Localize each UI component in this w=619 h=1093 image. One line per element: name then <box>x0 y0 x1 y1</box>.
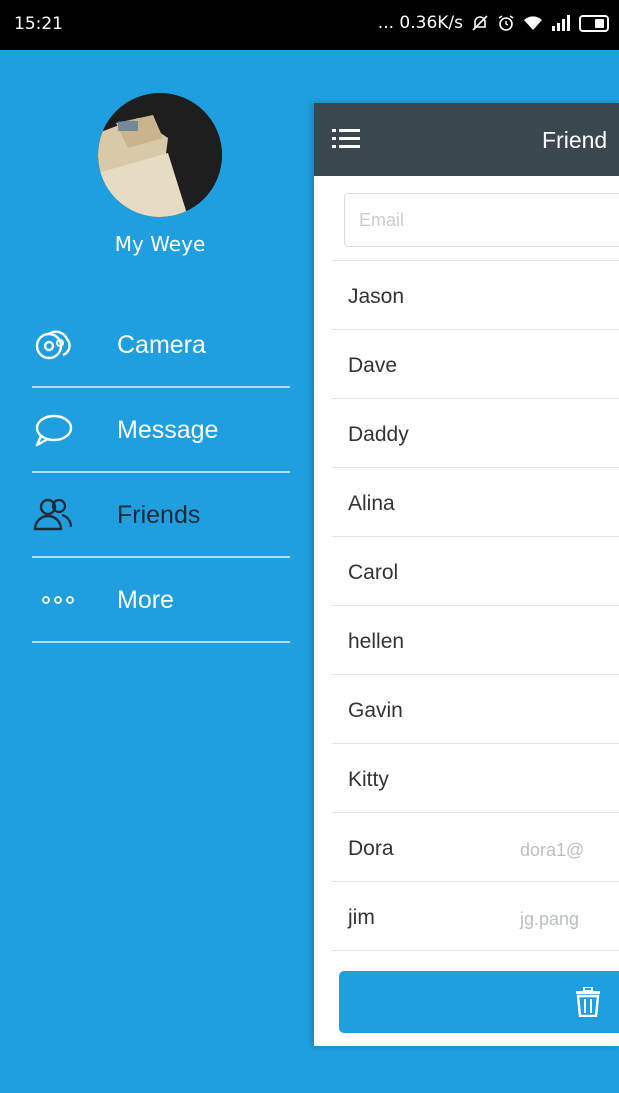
list-item[interactable]: Dora dora1@ <box>332 813 619 882</box>
menu-item-friends[interactable]: Friends <box>0 473 290 558</box>
menu-item-camera[interactable]: Camera <box>0 303 290 388</box>
list-item[interactable]: Carol <box>332 537 619 606</box>
avatar-image <box>98 93 222 217</box>
status-bar: 15:21 ... 0.36K/s <box>0 0 619 50</box>
app-bar: Friend <box>314 103 619 176</box>
status-time: 15:21 <box>14 14 63 34</box>
status-icons: ... 0.36K/s <box>378 13 609 33</box>
list-item[interactable]: Dave <box>332 330 619 399</box>
friend-name: Daddy <box>348 423 409 446</box>
battery-icon <box>579 14 609 32</box>
signal-icon <box>552 15 570 31</box>
more-icon <box>42 596 74 604</box>
friends-panel: Friend Jason Dave Daddy Alina Carol hell… <box>314 103 619 1046</box>
menu-item-more[interactable]: More <box>0 558 290 643</box>
friends-icon <box>33 498 73 531</box>
list-item[interactable]: Daddy <box>332 399 619 468</box>
notification-mute-icon <box>472 15 488 31</box>
page-title: Friend <box>542 127 608 153</box>
menu-item-message[interactable]: Message <box>0 388 290 473</box>
drawer-menu: Camera Message Friends More <box>0 303 290 643</box>
profile-name: My Weye <box>114 232 206 256</box>
network-speed: ... 0.36K/s <box>377 13 463 33</box>
list-item[interactable]: Alina <box>332 468 619 537</box>
menu-item-label: Message <box>117 416 219 444</box>
menu-item-label: More <box>117 586 174 614</box>
divider <box>32 641 290 643</box>
friend-name: Dave <box>348 354 398 377</box>
avatar[interactable] <box>98 93 222 217</box>
list-item[interactable]: Gavin <box>332 675 619 744</box>
friend-name: Gavin <box>348 699 403 722</box>
friend-email: dora1@ <box>520 840 585 860</box>
friend-name: Alina <box>348 492 395 515</box>
list-item[interactable]: Jason <box>332 261 619 330</box>
friend-name: hellen <box>348 630 405 653</box>
friend-name: jim <box>348 906 375 929</box>
menu-item-label: Friends <box>117 501 201 529</box>
camera-icon <box>35 330 71 360</box>
friend-name: Kitty <box>348 768 389 791</box>
wifi-icon <box>524 16 542 30</box>
friend-name: Dora <box>348 837 394 860</box>
message-icon <box>35 414 73 447</box>
list-item[interactable]: jim jg.pang <box>332 882 619 951</box>
list-item[interactable]: Kitty <box>332 744 619 813</box>
friend-name: Jason <box>348 285 405 308</box>
friends-list: Jason Dave Daddy Alina Carol hellen Gavi… <box>332 260 619 951</box>
alarm-icon <box>498 15 514 31</box>
friend-name: Carol <box>348 561 399 584</box>
list-item[interactable]: hellen <box>332 606 619 675</box>
menu-toggle-icon[interactable] <box>332 127 360 151</box>
email-input[interactable] <box>344 193 619 247</box>
friend-email: jg.pang <box>520 909 580 929</box>
trash-icon <box>576 987 600 1017</box>
menu-item-label: Camera <box>117 331 206 359</box>
delete-button[interactable] <box>339 971 619 1033</box>
